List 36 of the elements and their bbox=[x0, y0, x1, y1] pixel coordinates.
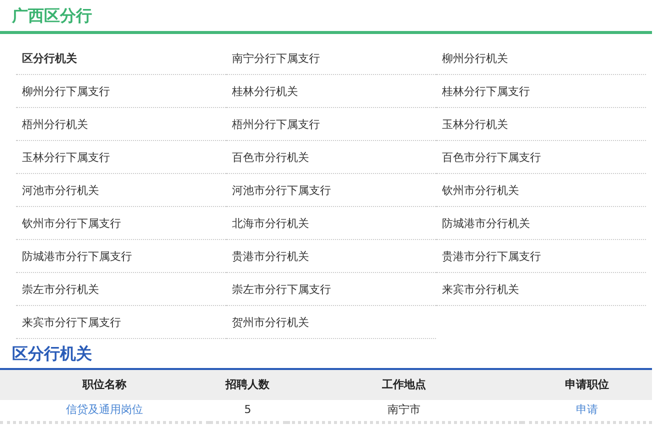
branch-link[interactable]: 区分行机关 bbox=[16, 42, 226, 75]
region-title: 广西区分行 bbox=[10, 5, 93, 27]
branch-link[interactable]: 梧州分行下属支行 bbox=[226, 108, 436, 141]
table-cell: 5 bbox=[208, 400, 287, 422]
branch-link[interactable]: 崇左市分行机关 bbox=[16, 273, 226, 306]
branch-link[interactable]: 崇左市分行下属支行 bbox=[226, 273, 436, 306]
column-header: 工作地点 bbox=[286, 370, 522, 400]
branch-link[interactable]: 河池市分行机关 bbox=[16, 174, 226, 207]
branch-link[interactable]: 来宾市分行下属支行 bbox=[16, 306, 226, 339]
apply-link[interactable]: 申请 bbox=[576, 403, 598, 416]
branch-link[interactable]: 柳州分行下属支行 bbox=[16, 75, 226, 108]
branch-link[interactable]: 桂林分行下属支行 bbox=[436, 75, 646, 108]
branch-link[interactable]: 贵港市分行机关 bbox=[226, 240, 436, 273]
position-link[interactable]: 信贷及通用岗位 bbox=[66, 403, 143, 416]
branch-link[interactable]: 梧州分行机关 bbox=[16, 108, 226, 141]
branch-link[interactable]: 南宁分行下属支行 bbox=[226, 42, 436, 75]
branch-link[interactable]: 柳州分行机关 bbox=[436, 42, 646, 75]
branch-link[interactable]: 钦州市分行下属支行 bbox=[16, 207, 226, 240]
branch-link[interactable]: 贵港市分行下属支行 bbox=[436, 240, 646, 273]
branch-link[interactable]: 防城港市分行机关 bbox=[436, 207, 646, 240]
branch-link[interactable]: 钦州市分行机关 bbox=[436, 174, 646, 207]
table-cell: 南宁市 bbox=[286, 400, 522, 422]
branch-link[interactable]: 北海市分行机关 bbox=[226, 207, 436, 240]
branch-link[interactable]: 贺州市分行机关 bbox=[226, 306, 436, 339]
branch-link[interactable]: 百色市分行机关 bbox=[226, 141, 436, 174]
column-header: 申请职位 bbox=[522, 370, 652, 400]
branch-link[interactable]: 河池市分行下属支行 bbox=[226, 174, 436, 207]
column-header: 职位名称 bbox=[0, 370, 209, 400]
branch-link[interactable]: 来宾市分行机关 bbox=[436, 273, 646, 306]
branch-link[interactable]: 百色市分行下属支行 bbox=[436, 141, 646, 174]
branch-link[interactable]: 防城港市分行下属支行 bbox=[16, 240, 226, 273]
section-title: 区分行机关 bbox=[11, 343, 93, 365]
branch-link[interactable]: 玉林分行下属支行 bbox=[16, 141, 226, 174]
column-header: 招聘人数 bbox=[208, 370, 287, 400]
branch-link[interactable]: 桂林分行机关 bbox=[226, 75, 436, 108]
branch-link[interactable]: 玉林分行机关 bbox=[436, 108, 646, 141]
